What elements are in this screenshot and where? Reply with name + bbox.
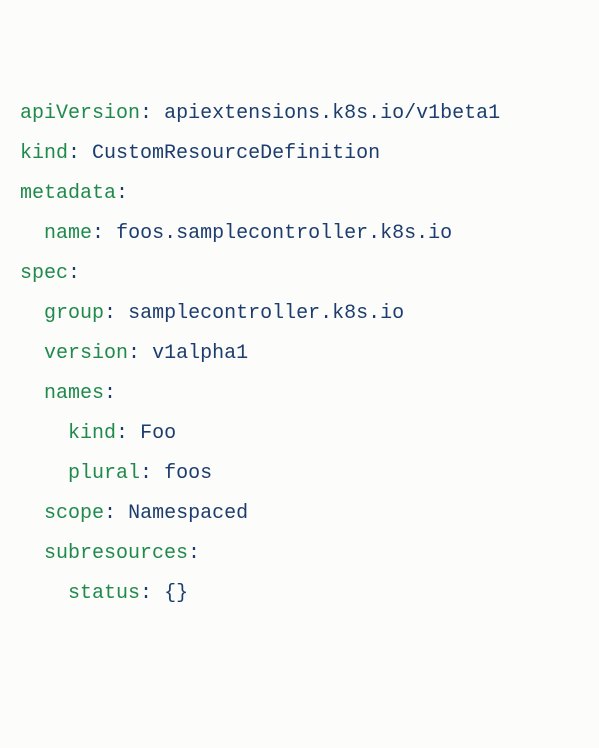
yaml-key: status <box>68 582 140 605</box>
yaml-key: scope <box>44 502 104 525</box>
yaml-key: kind <box>20 142 68 165</box>
yaml-code-block: apiVersion: apiextensions.k8s.io/v1beta1… <box>20 94 579 614</box>
yaml-value: samplecontroller.k8s.io <box>128 302 404 325</box>
yaml-key: apiVersion <box>20 102 140 125</box>
yaml-value: apiextensions.k8s.io/v1beta1 <box>164 102 500 125</box>
yaml-value: v1alpha1 <box>152 342 248 365</box>
yaml-key: group <box>44 302 104 325</box>
yaml-value: Namespaced <box>128 502 248 525</box>
yaml-value: {} <box>164 582 188 605</box>
yaml-key: kind <box>68 422 116 445</box>
yaml-key: plural <box>68 462 140 485</box>
yaml-value: foos <box>164 462 212 485</box>
yaml-key: spec <box>20 262 68 285</box>
yaml-key: name <box>44 222 92 245</box>
yaml-key: version <box>44 342 128 365</box>
yaml-value: CustomResourceDefinition <box>92 142 380 165</box>
yaml-key: subresources <box>44 542 188 565</box>
yaml-key: names <box>44 382 104 405</box>
yaml-value: foos.samplecontroller.k8s.io <box>116 222 452 245</box>
yaml-key: metadata <box>20 182 116 205</box>
yaml-value: Foo <box>140 422 176 445</box>
